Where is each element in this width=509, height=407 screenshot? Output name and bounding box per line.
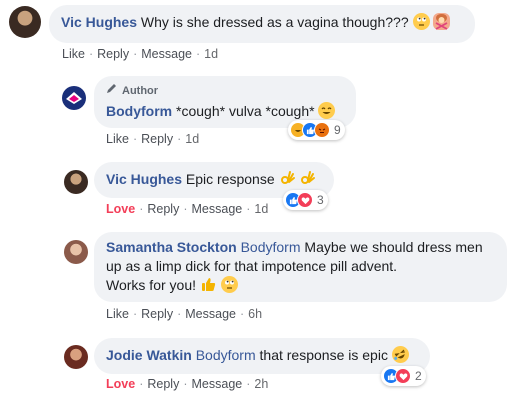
comment-text: that response is epic [259, 347, 388, 363]
author-badge-label: Author [122, 85, 159, 97]
avatar[interactable] [64, 240, 88, 264]
comment-author[interactable]: Jodie Watkin [106, 347, 192, 363]
reply-link[interactable]: Reply [147, 202, 179, 216]
woman-gesturing-no-emoji [433, 13, 451, 30]
timestamp[interactable]: 2h [254, 377, 268, 391]
grinning-sweat-emoji [318, 102, 336, 119]
comment-text-line-2: up as a limp dick for that impotence pil… [106, 258, 398, 274]
timestamp[interactable]: 1d [254, 202, 268, 216]
reaction-summary[interactable]: 9 [288, 120, 345, 140]
comment-author[interactable]: Samantha Stockton [106, 239, 237, 255]
rofl-emoji [389, 343, 412, 366]
comment-author[interactable]: Vic Hughes [106, 171, 182, 187]
comment-bubble: Samantha Stockton Bodyform Maybe we shou… [94, 232, 507, 302]
timestamp[interactable]: 6h [248, 307, 262, 321]
avatar[interactable] [64, 170, 88, 194]
reaction-count: 9 [334, 123, 341, 137]
ok-hand-emoji [299, 170, 316, 187]
mention-tag[interactable]: Bodyform [241, 239, 301, 255]
avatar[interactable] [9, 6, 41, 38]
message-link[interactable]: Message [192, 377, 243, 391]
mention-tag[interactable]: Bodyform [196, 347, 256, 363]
reply-link[interactable]: Reply [147, 377, 179, 391]
comment-text: *cough* vulva *cough* [176, 103, 315, 119]
love-reaction-icon [395, 368, 411, 384]
comment-actions: Love · Reply · Message · 1d [106, 202, 269, 216]
bodyform-avatar[interactable] [62, 86, 86, 110]
comment-text-line-1: Maybe we should dress men [304, 239, 483, 255]
reply-link[interactable]: Reply [141, 132, 173, 146]
timestamp[interactable]: 1d [204, 47, 218, 61]
comment-actions: Like · Reply · Message · 1d [62, 47, 219, 61]
like-link[interactable]: Like [106, 132, 129, 146]
reaction-count: 3 [317, 193, 324, 207]
love-reaction-icon [297, 192, 313, 208]
like-link[interactable]: Like [106, 307, 129, 321]
author-badge: Author [106, 82, 344, 101]
reply-link[interactable]: Reply [97, 47, 129, 61]
angry-reaction-icon [314, 122, 330, 138]
comment-actions: Like · Reply · Message · 6h [106, 307, 263, 321]
comment-bubble: Vic Hughes Why is she dressed as a vagin… [49, 5, 475, 43]
comment-author[interactable]: Vic Hughes [61, 14, 137, 30]
ok-hand-emoji [279, 170, 296, 187]
reaction-summary[interactable]: 3 [283, 190, 328, 210]
like-link[interactable]: Like [62, 47, 85, 61]
love-link[interactable]: Love [106, 202, 135, 216]
comment-actions: Love · Reply · Message · 2h [106, 377, 269, 391]
comment-bubble: Jodie Watkin Bodyform that response is e… [94, 338, 430, 374]
thumbs-up-emoji [200, 276, 217, 293]
rolling-eyes-emoji [220, 276, 238, 293]
comment-text: Epic response [185, 171, 275, 187]
comment-text-line-3: Works for you! [106, 277, 196, 293]
comment-actions: Like · Reply · 1d [106, 132, 200, 146]
pencil-icon [106, 82, 118, 101]
reply-link[interactable]: Reply [141, 307, 173, 321]
reaction-summary[interactable]: 2 [381, 366, 426, 386]
reaction-count: 2 [415, 369, 422, 383]
message-link[interactable]: Message [185, 307, 236, 321]
comment-text: Why is she dressed as a vagina though??? [140, 14, 409, 30]
message-link[interactable]: Message [192, 202, 243, 216]
rolling-eyes-emoji [412, 13, 430, 30]
message-link[interactable]: Message [141, 47, 192, 61]
timestamp[interactable]: 1d [185, 132, 199, 146]
love-link[interactable]: Love [106, 377, 135, 391]
avatar[interactable] [64, 345, 88, 369]
comment-author[interactable]: Bodyform [106, 103, 172, 119]
